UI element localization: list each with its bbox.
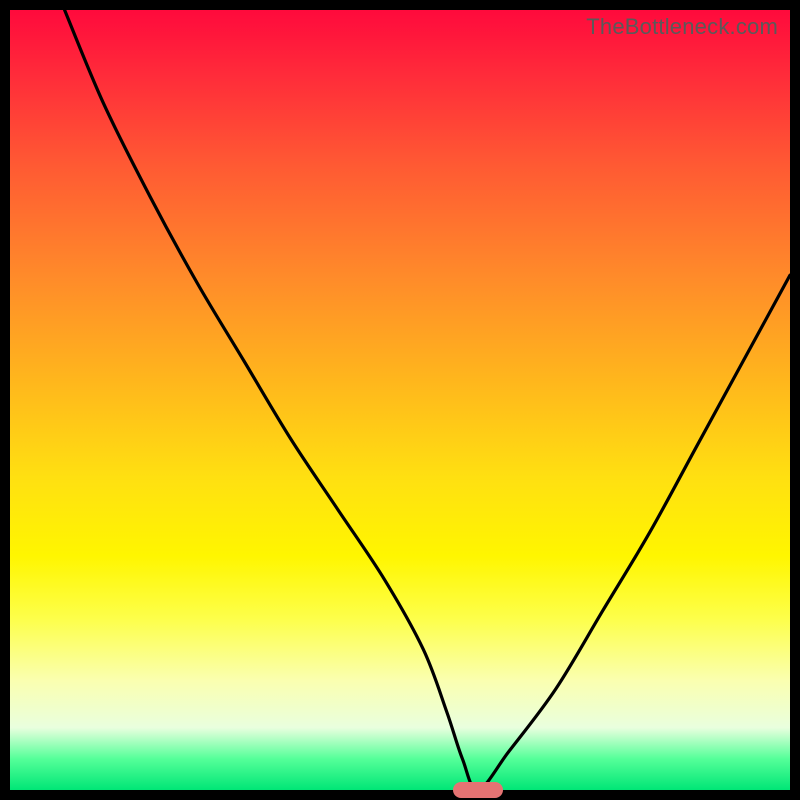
optimum-marker	[453, 782, 503, 798]
chart-frame: TheBottleneck.com	[0, 0, 800, 800]
curve-path	[65, 10, 790, 790]
bottleneck-curve	[10, 10, 790, 790]
plot-area: TheBottleneck.com	[10, 10, 790, 790]
